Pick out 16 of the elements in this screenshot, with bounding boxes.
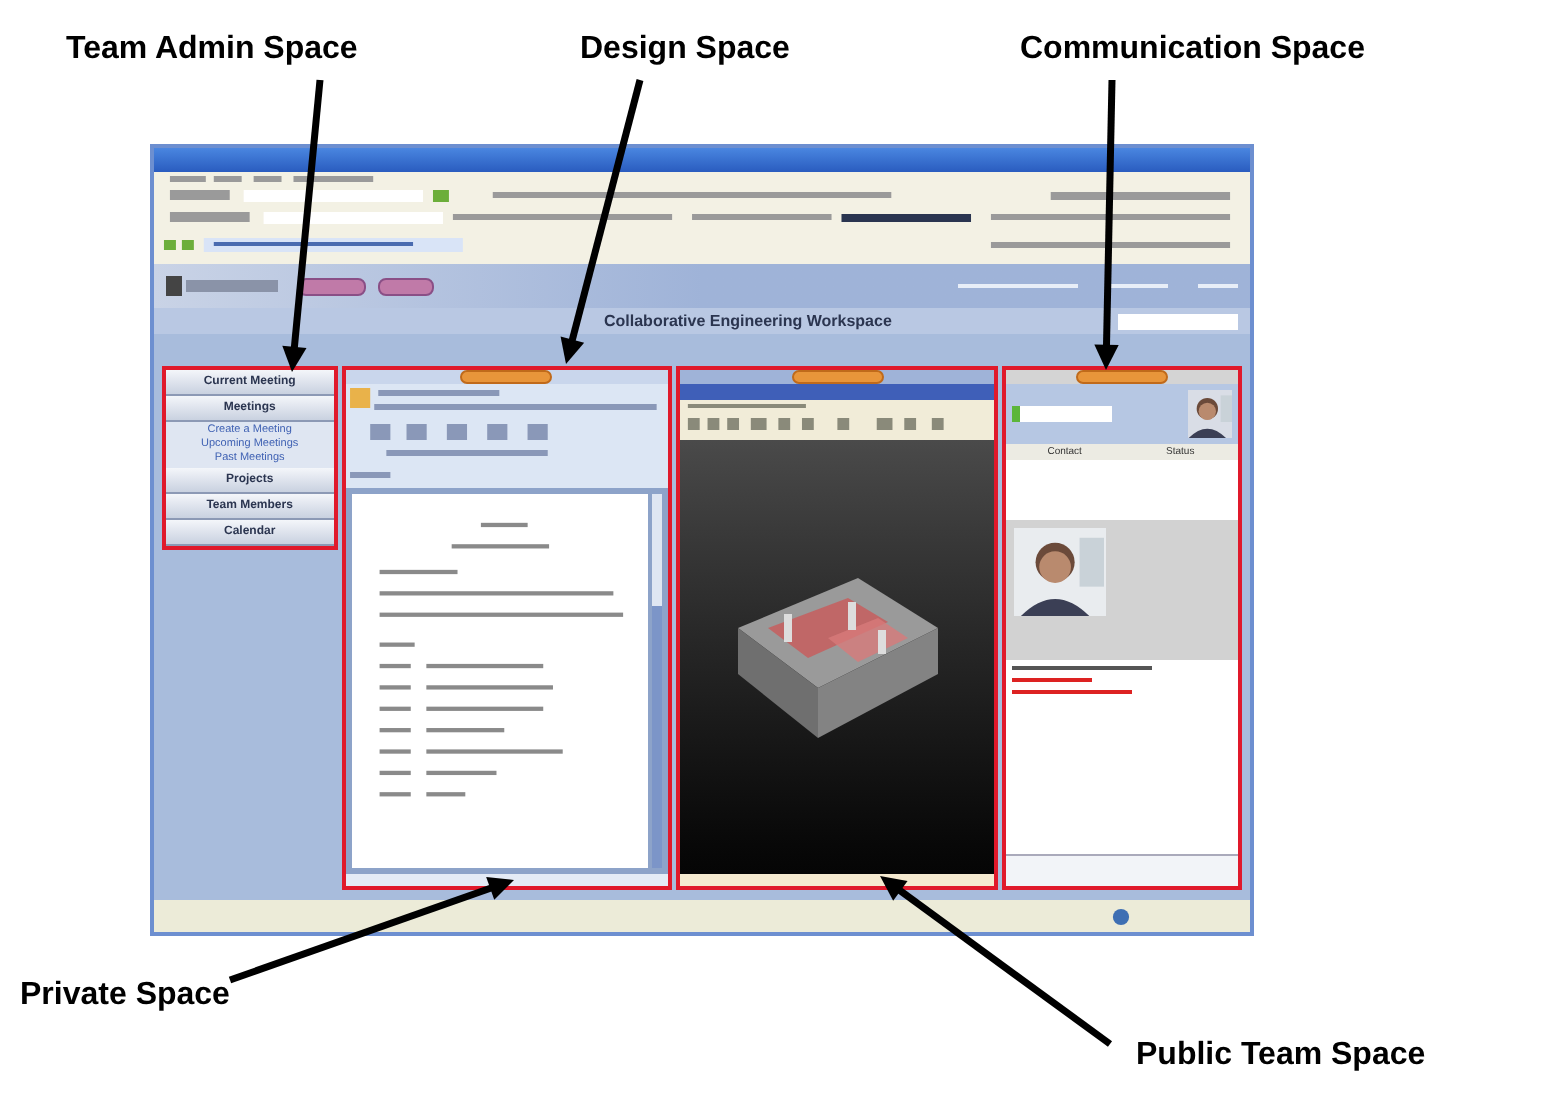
chat-log-drawing [1012, 666, 1153, 694]
callout-label: Design Space [580, 30, 790, 70]
callout-label: Public Team Space [1136, 1036, 1426, 1076]
panel-tab[interactable] [460, 370, 553, 384]
chat-input[interactable] [1006, 854, 1238, 886]
globe-icon [1112, 907, 1130, 925]
workspace-title: Collaborative Engineering Workspace [604, 309, 892, 333]
status-dropdown[interactable] [1012, 406, 1113, 422]
callout-label: Communication Space [1020, 30, 1365, 70]
scrollbar[interactable] [652, 494, 663, 868]
callout-label: Private Space [20, 976, 230, 1016]
search-field[interactable] [1118, 313, 1238, 329]
nav-tab[interactable] [298, 277, 366, 295]
panel-tab[interactable] [791, 370, 884, 384]
callout-label: Team Admin Space [66, 30, 358, 70]
panel-tab[interactable] [1076, 370, 1169, 384]
